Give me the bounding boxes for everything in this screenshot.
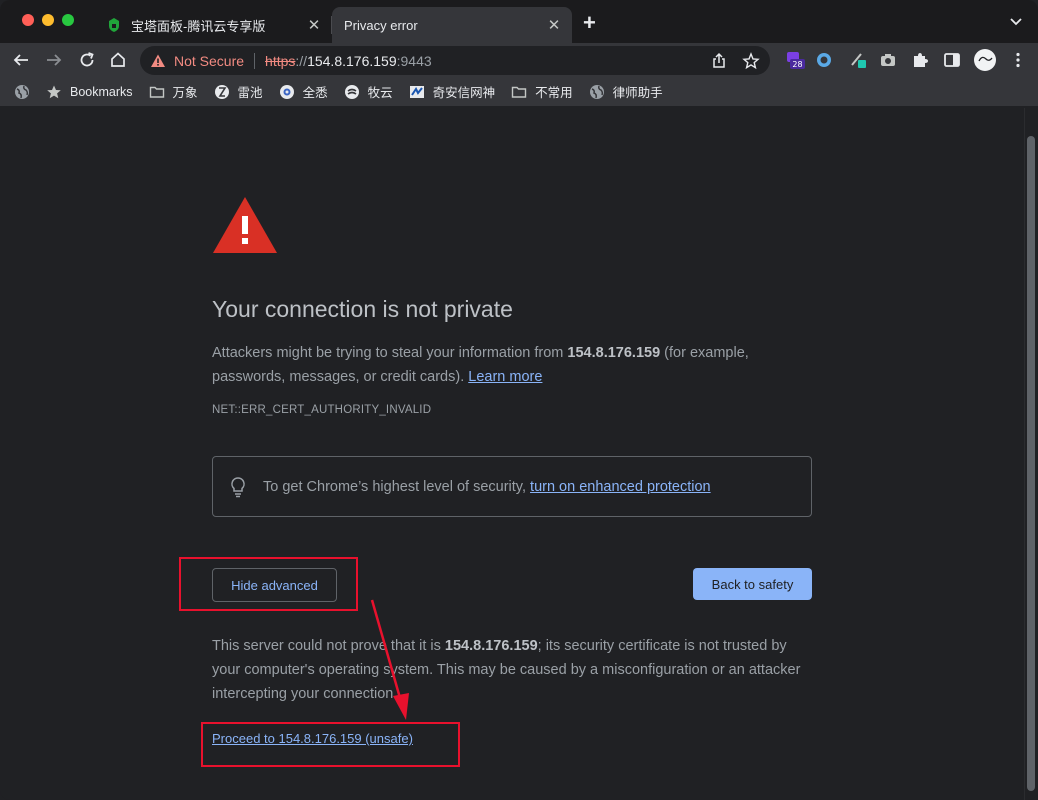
star-bookmark-icon[interactable] [742,52,760,70]
bookmark-label: 牧云 [367,86,393,100]
learn-more-link[interactable]: Learn more [468,369,542,385]
bookmark-label: 万象 [172,86,198,100]
bookmark-quanxi[interactable]: 全悉 [279,82,328,101]
bookmark-muyun[interactable]: 牧云 [344,82,393,101]
kebab-menu-icon[interactable] [1008,50,1028,70]
bookmark-folder-buchangyong[interactable]: 不常用 [511,82,573,101]
folder-icon [149,86,164,98]
url-separator: :// [295,52,308,69]
advanced-details: This server could not prove that it is 1… [212,634,812,706]
lightbulb-icon [231,476,245,497]
scrollbar[interactable] [1024,108,1038,800]
warning-triangle-icon[interactable] [150,53,166,69]
omnibox-divider [254,52,256,69]
annotation-highlight-box [201,722,460,767]
url-host: 154.8.176.159 [307,52,397,69]
error-code: NET::ERR_CERT_AUTHORITY_INVALID [212,404,432,416]
scrollbar-thumb[interactable] [1027,136,1035,791]
quanxi-icon [279,84,294,99]
chevron-down-icon[interactable] [1008,13,1024,29]
enhanced-protection-link[interactable]: turn on enhanced protection [530,479,711,495]
qianxin-icon [409,85,424,98]
bookmark-label: 律师助手 [612,86,663,100]
side-panel-icon[interactable] [942,50,962,70]
enhanced-protection-box: To get Chrome’s highest level of securit… [212,456,812,517]
forward-arrow-icon[interactable] [45,51,63,69]
share-icon[interactable] [710,52,728,70]
tab-title: 宝塔面板-腾讯云专享版 [131,18,266,34]
toolbar: Not Secure https://154.8.176.159:9443 28 [0,43,1038,77]
camera-icon[interactable] [878,50,898,70]
globe-icon [589,84,604,99]
host-name: 154.8.176.159 [567,345,661,361]
not-secure-label[interactable]: Not Secure [174,53,244,69]
tab-close-icon[interactable]: ✕ [302,16,326,34]
bookmark-label: 雷池 [237,86,263,100]
back-arrow-icon[interactable] [12,51,30,69]
home-icon[interactable] [109,51,127,69]
details-text: This server could not prove that it is [212,638,445,654]
tab-title: Privacy error [344,17,418,33]
annotation-highlight-box [179,557,358,611]
url-scheme: https [265,52,296,69]
bookmark-bookmarks[interactable]: Bookmarks [46,84,133,100]
privacy-error-page: Your connection is not private Attackers… [0,108,1038,800]
reload-icon[interactable] [78,51,96,69]
tab-strip: 宝塔面板-腾讯云专享版 ✕ Privacy error ✕ + [0,0,1038,43]
extension-badge: 28 [792,60,802,69]
description-text: Attackers might be trying to steal your … [212,345,568,361]
bookmark-leichi[interactable]: 雷池 [214,82,263,101]
folder-icon [511,86,527,98]
browser-window: 宝塔面板-腾讯云专享版 ✕ Privacy error ✕ + Not Secu… [0,0,1038,800]
enhanced-text: To get Chrome’s highest level of securit… [263,479,711,495]
puzzle-extensions-icon[interactable] [910,50,930,70]
star-icon [47,85,61,98]
back-to-safety-button[interactable]: Back to safety [693,568,812,600]
error-description: Attackers might be trying to steal your … [212,341,812,389]
extension-ring-icon[interactable] [814,50,834,70]
tab-privacy-error[interactable]: Privacy error ✕ [332,7,572,43]
warning-triangle-icon [213,197,277,253]
maximize-window-button[interactable] [62,14,74,26]
bookmark-label: 不常用 [535,86,573,100]
bookmark-folder-wanxiang[interactable]: 万象 [149,82,198,101]
extension-purple-icon[interactable]: 28 [786,50,806,70]
apps-globe-icon[interactable] [14,84,30,100]
bookmark-qianxin[interactable]: 奇安信网神 [409,82,496,101]
host-name: 154.8.176.159 [444,638,538,654]
muyun-icon [344,84,359,99]
address-bar[interactable]: Not Secure https://154.8.176.159:9443 [140,46,770,75]
minimize-window-button[interactable] [42,14,54,26]
bookmark-label: 奇安信网神 [432,86,496,100]
bookmarks-bar: Bookmarks 万象 雷池 全悉 牧云 奇安信网神 不常用 律师助手 [0,77,1038,107]
bookmark-label: Bookmarks [70,84,133,99]
enhanced-prefix: To get Chrome’s highest level of securit… [263,478,531,495]
bt-panel-favicon-icon [109,18,119,32]
leichi-icon [214,84,229,99]
close-window-button[interactable] [22,14,34,26]
url-port: :9443 [396,52,432,69]
bookmark-label: 全悉 [302,86,328,100]
tab-bt-panel[interactable]: 宝塔面板-腾讯云专享版 ✕ [92,7,332,43]
bookmark-lvshi[interactable]: 律师助手 [589,82,663,101]
tab-close-icon[interactable]: ✕ [542,16,566,34]
extension-pen-icon[interactable] [849,50,869,70]
avatar[interactable] [973,48,997,72]
new-tab-button[interactable]: + [583,11,596,35]
page-title: Your connection is not private [212,296,513,322]
